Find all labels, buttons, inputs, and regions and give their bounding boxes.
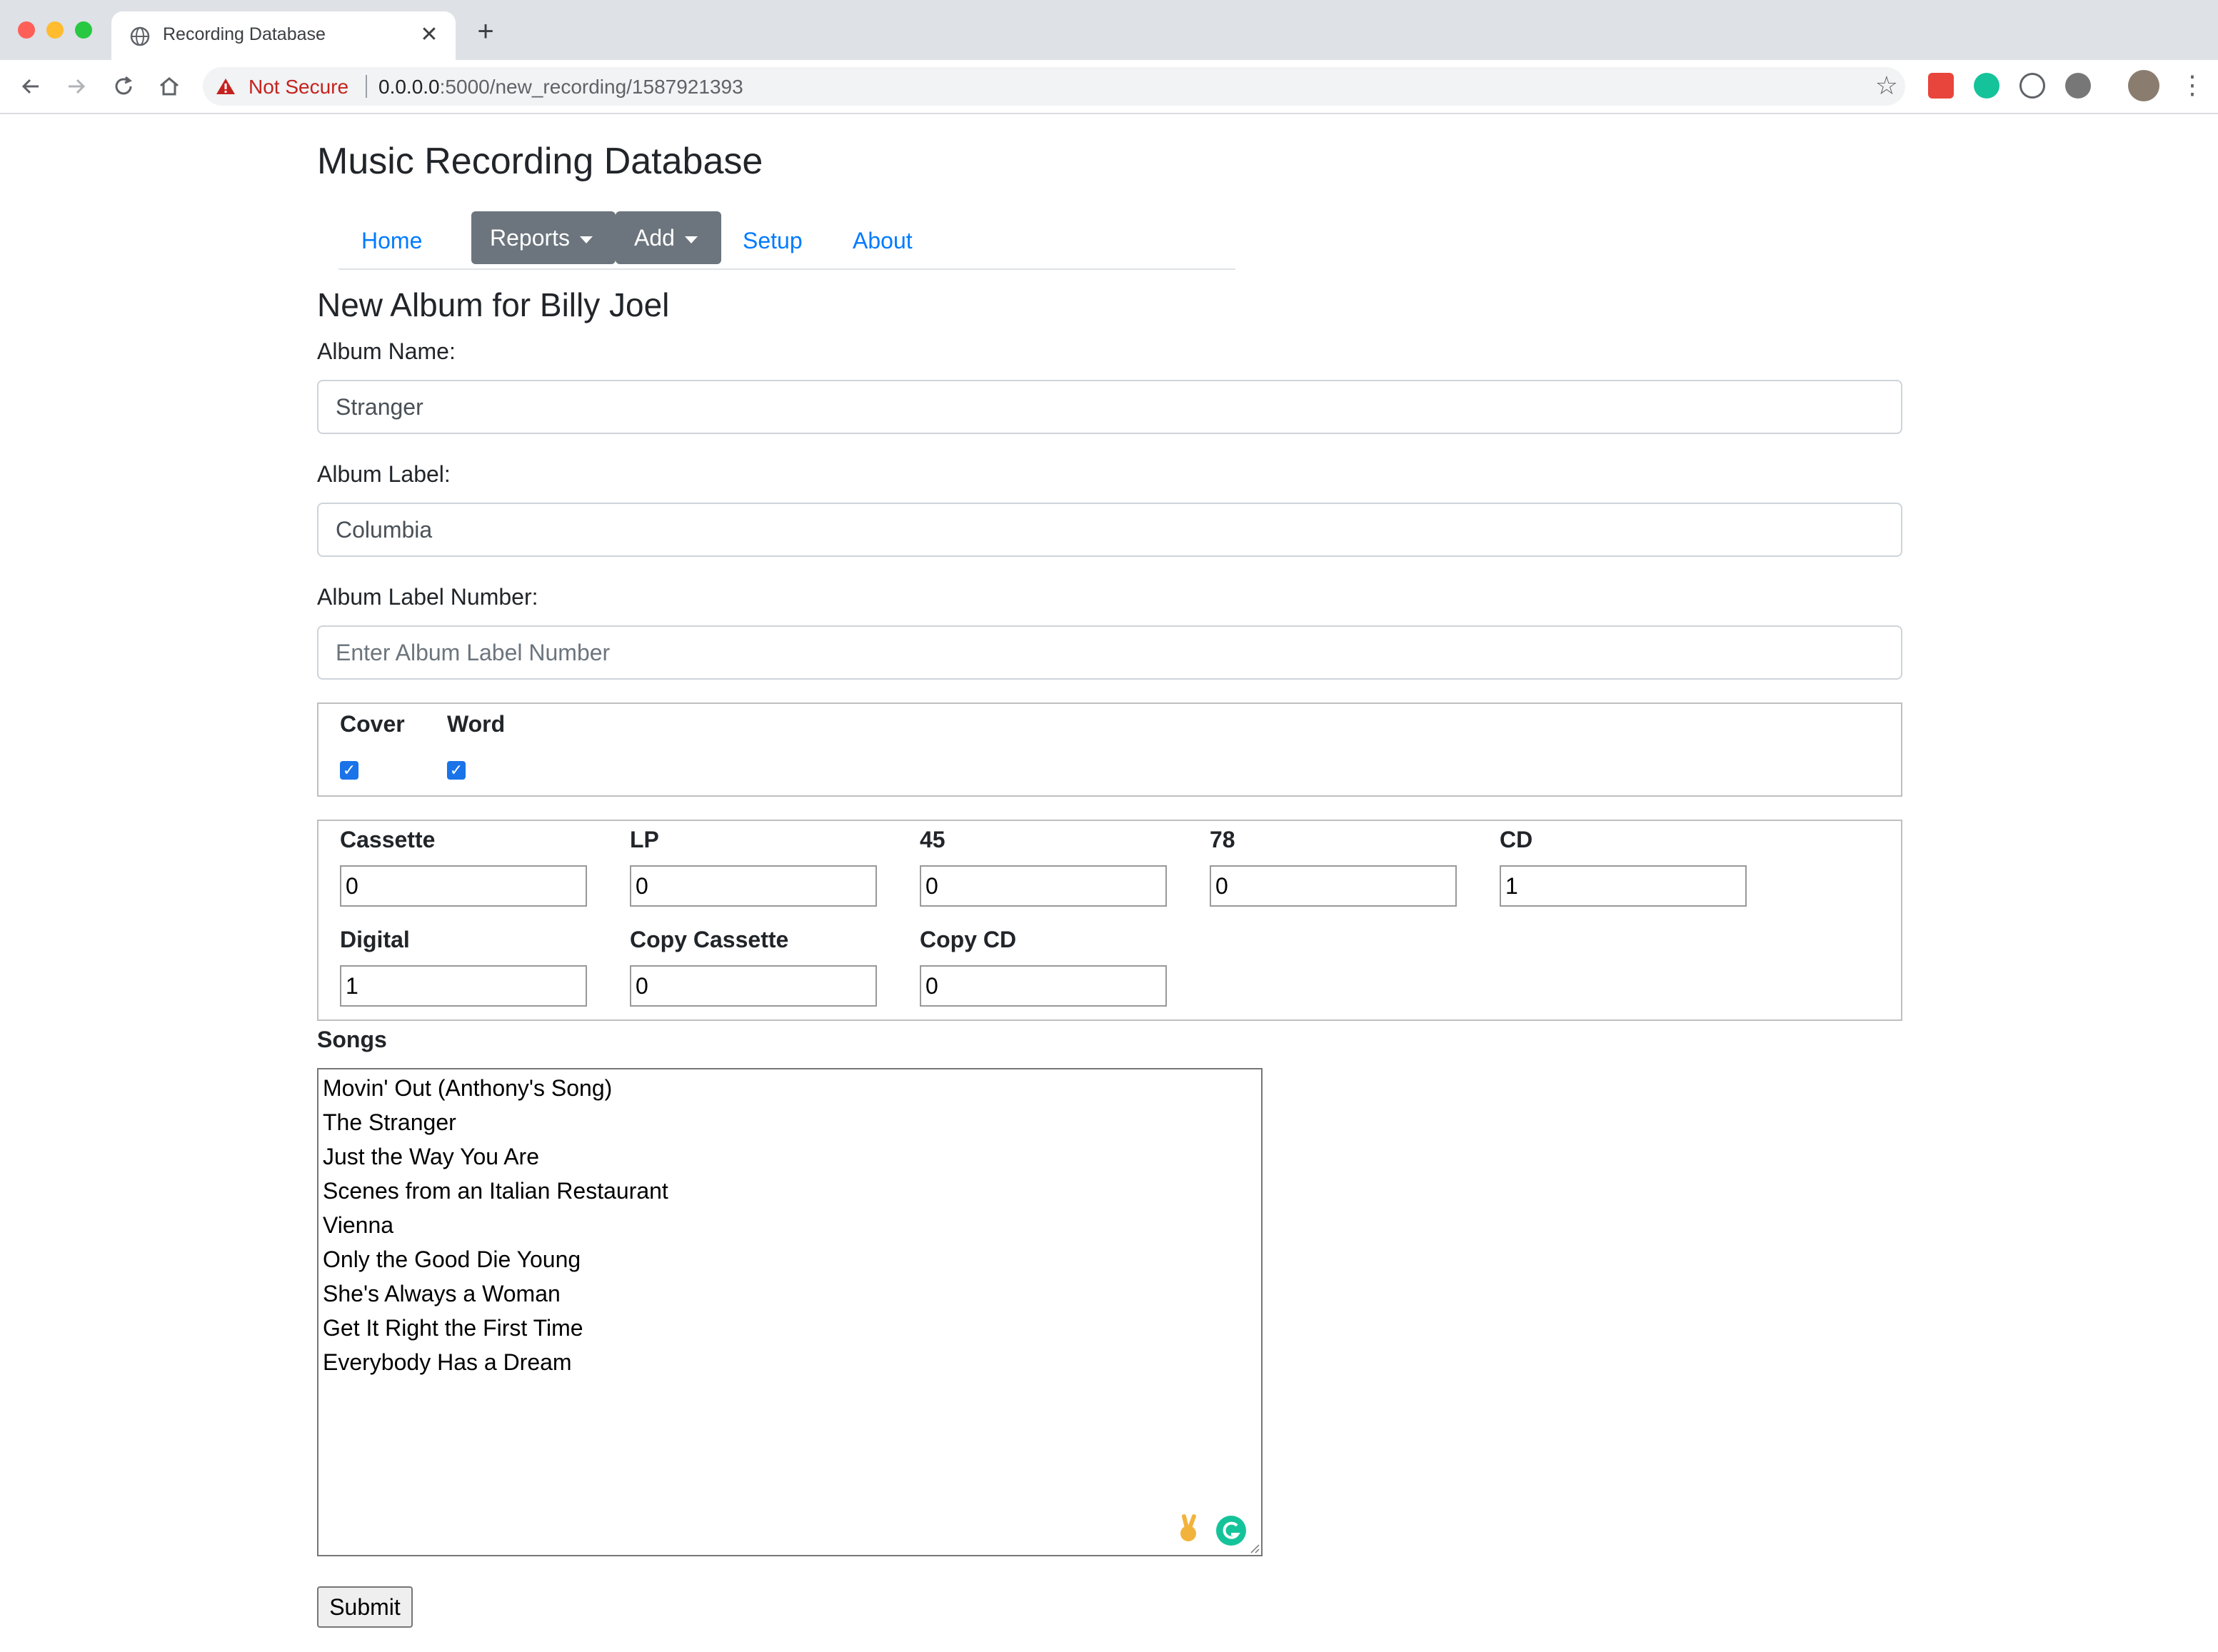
songs-textarea[interactable]: Movin' Out (Anthony's Song) The Stranger… (317, 1068, 1263, 1556)
main-nav: Home Reports Add Setup About (338, 211, 1235, 270)
cover-label: Cover (340, 711, 405, 737)
song-line: Get It Right the First Time (323, 1315, 583, 1341)
song-line: Movin' Out (Anthony's Song) (323, 1075, 613, 1101)
reload-icon[interactable] (110, 73, 137, 100)
45-label: 45 (920, 827, 945, 852)
globe-icon (130, 26, 150, 46)
bookmark-star-icon[interactable]: ☆ (1875, 71, 1898, 100)
browser-toolbar: Not Secure 0.0.0.0:5000/new_recording/15… (0, 60, 2218, 114)
security-status[interactable]: Not Secure (249, 76, 348, 99)
warning-icon (216, 79, 235, 94)
extras-checkbox-group: Cover ✓ Word ✓ (317, 702, 1902, 797)
formats-group: Cassette LP 45 78 CD Digital Copy Casset… (317, 820, 1902, 1021)
45-input[interactable] (920, 865, 1167, 907)
browser-tab[interactable]: Recording Database ✕ (111, 11, 456, 60)
nav-add-dropdown[interactable]: Add (616, 211, 721, 264)
song-line: The Stranger (323, 1109, 456, 1135)
address-bar[interactable]: Not Secure 0.0.0.0:5000/new_recording/15… (203, 67, 1905, 106)
song-line: Vienna (323, 1212, 394, 1238)
url-text[interactable]: 0.0.0.0:5000/new_recording/1587921393 (378, 76, 743, 99)
copy-cassette-label: Copy Cassette (630, 927, 789, 952)
form-heading: New Album for Billy Joel (317, 286, 670, 323)
window-minimize-button[interactable] (46, 21, 64, 39)
album-name-input[interactable] (317, 380, 1902, 434)
album-label-number-input[interactable] (317, 625, 1902, 680)
album-label-label: Album Label: (317, 461, 451, 487)
lp-label: LP (630, 827, 659, 852)
close-icon[interactable]: ✕ (416, 21, 443, 49)
nav-setup[interactable]: Setup (743, 211, 803, 264)
new-tab-button[interactable]: + (471, 17, 500, 46)
url-host: 0.0.0.0 (378, 76, 440, 98)
home-icon[interactable] (156, 73, 183, 100)
caret-down-icon (580, 236, 593, 243)
word-checkbox[interactable]: ✓ (447, 761, 466, 780)
caret-down-icon (684, 236, 698, 243)
resize-handle-icon[interactable] (1248, 1542, 1260, 1553)
copy-cd-label: Copy CD (920, 927, 1017, 952)
address-separator (366, 75, 367, 98)
cover-checkbox[interactable]: ✓ (340, 761, 358, 780)
extension-icon[interactable] (1928, 73, 1954, 99)
cd-label: CD (1500, 827, 1533, 852)
site-title: Music Recording Database (317, 141, 763, 182)
copy-cassette-input[interactable] (630, 965, 877, 1007)
78-input[interactable] (1210, 865, 1457, 907)
tab-title: Recording Database (163, 24, 326, 44)
78-label: 78 (1210, 827, 1235, 852)
back-arrow-icon[interactable] (17, 73, 44, 100)
song-line: Just the Way You Are (323, 1144, 539, 1169)
profile-avatar[interactable] (2128, 70, 2159, 101)
cd-input[interactable] (1500, 865, 1747, 907)
album-label-input[interactable] (317, 503, 1902, 557)
nav-reports-label: Reports (490, 225, 571, 251)
nav-add-label: Add (634, 225, 675, 251)
song-line: Only the Good Die Young (323, 1246, 581, 1272)
browser-menu-icon[interactable]: ⋮ (2179, 67, 2205, 103)
album-name-label: Album Name: (317, 338, 456, 364)
forward-arrow-icon[interactable] (63, 73, 90, 100)
cassette-label: Cassette (340, 827, 436, 852)
cassette-input[interactable] (340, 865, 587, 907)
window-zoom-button[interactable] (75, 21, 92, 39)
songs-label: Songs (317, 1027, 387, 1052)
extension-circle-icon[interactable] (2065, 73, 2091, 99)
grammarly-icon[interactable] (1215, 1515, 1247, 1546)
copy-cd-input[interactable] (920, 965, 1167, 1007)
nav-about[interactable]: About (853, 211, 913, 264)
victory-hand-icon[interactable] (1175, 1514, 1203, 1543)
browser-tab-strip: Recording Database ✕ + (0, 0, 2218, 60)
song-line: Scenes from an Italian Restaurant (323, 1178, 668, 1204)
album-label-number-label: Album Label Number: (317, 584, 538, 610)
digital-label: Digital (340, 927, 410, 952)
digital-input[interactable] (340, 965, 587, 1007)
password-extension-icon[interactable] (2019, 73, 2045, 99)
song-line: Everybody Has a Dream (323, 1349, 572, 1375)
window-close-button[interactable] (18, 21, 35, 39)
lp-input[interactable] (630, 865, 877, 907)
grammarly-extension-icon[interactable] (1974, 73, 1999, 99)
nav-home[interactable]: Home (361, 211, 422, 264)
word-label: Word (447, 711, 506, 737)
nav-reports-dropdown[interactable]: Reports (471, 211, 616, 264)
song-line: She's Always a Woman (323, 1281, 561, 1306)
submit-button[interactable]: Submit (317, 1586, 413, 1628)
url-path: :5000/new_recording/1587921393 (439, 76, 743, 98)
